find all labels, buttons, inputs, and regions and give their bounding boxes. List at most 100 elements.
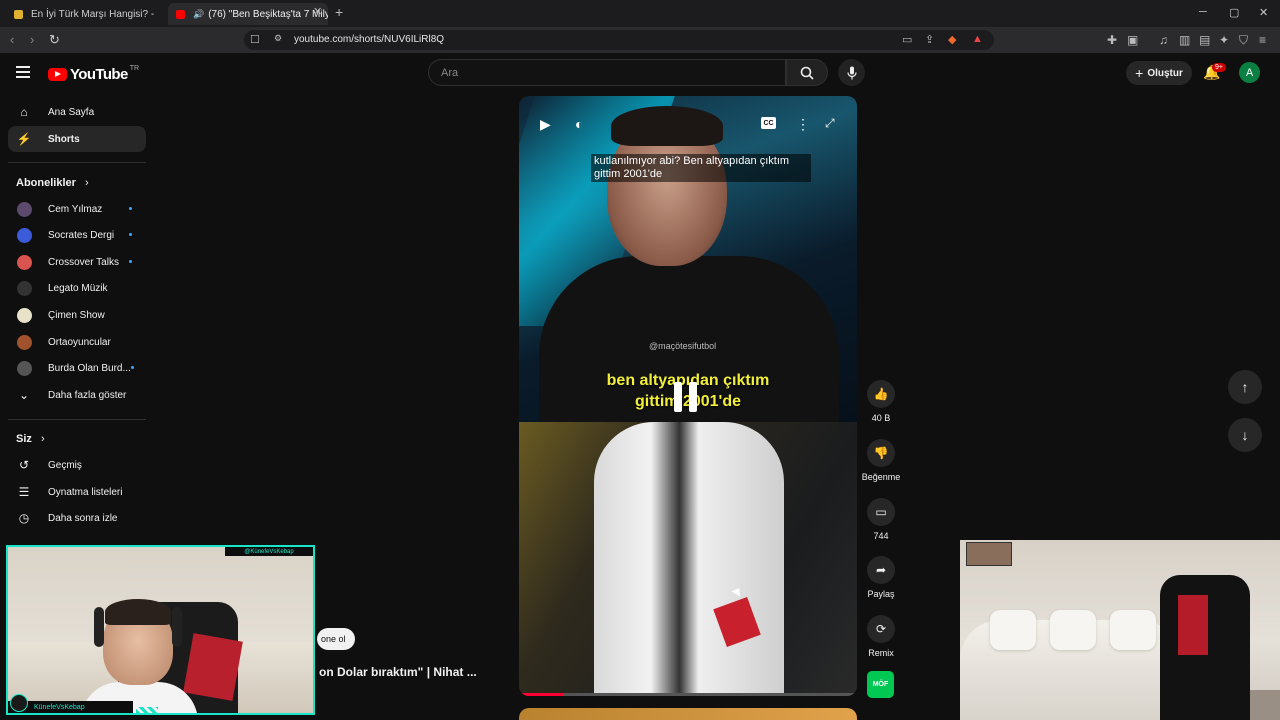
video-frame-bottom xyxy=(519,422,857,696)
wallet-icon[interactable]: ▤ xyxy=(1199,33,1210,47)
new-content-dot xyxy=(129,233,132,236)
new-content-dot xyxy=(131,366,134,369)
captions-button[interactable]: CC xyxy=(761,117,776,129)
room-camera-overlay xyxy=(960,540,1280,720)
progress-bar[interactable] xyxy=(519,693,857,696)
account-avatar[interactable]: A xyxy=(1239,62,1260,83)
sidebar-item-subscription[interactable]: Socrates Dergi xyxy=(8,222,146,248)
restore-icon[interactable]: ▢ xyxy=(1229,6,1239,19)
sidebar-item-show-more[interactable]: ⌄ Daha fazla göster xyxy=(8,382,146,408)
brave-shield-icon[interactable]: ◆ xyxy=(948,33,956,46)
search-icon xyxy=(800,66,814,80)
sidebar-item-subscription[interactable]: Burda Olan Burd... xyxy=(8,355,146,381)
play-icon[interactable]: ▶ xyxy=(540,116,551,133)
chevron-down-icon: ⌄ xyxy=(18,388,30,402)
sidebar-item-subscription[interactable]: Cem Yılmaz xyxy=(8,196,146,222)
plus-icon: + xyxy=(1135,65,1144,81)
hamburger-menu-icon[interactable] xyxy=(16,66,30,81)
tab-youtube-short[interactable]: 🔊 (76) "Ben Beşiktaş'ta 7 Milyon xyxy=(168,3,328,25)
close-window-icon[interactable]: ✕ xyxy=(1259,6,1268,19)
sidebar-item-subscription[interactable]: Ortaoyuncular xyxy=(8,329,146,355)
sidebar-item-home[interactable]: ⌂ Ana Sayfa xyxy=(8,99,146,125)
address-bar[interactable]: ☐ ⚙ youtube.com/shorts/NUV6ILiRl8Q ▭ ⇪ ◆… xyxy=(244,30,994,50)
leo-ai-icon[interactable]: ✦ xyxy=(1219,33,1229,47)
search-input[interactable]: Ara xyxy=(428,59,786,86)
arrow-down-icon: ↓ xyxy=(1241,427,1249,443)
pause-icon[interactable] xyxy=(674,382,697,412)
minimize-icon[interactable]: ─ xyxy=(1199,6,1207,18)
like-button[interactable]: 👍 40 B xyxy=(861,380,901,423)
bookmark-icon[interactable]: ☐ xyxy=(250,33,260,46)
remix-label: Remix xyxy=(868,648,894,658)
channel-name: Socrates Dergi xyxy=(48,229,115,241)
fullscreen-icon[interactable]: ⤢ xyxy=(825,116,835,131)
channel-avatar xyxy=(17,227,32,243)
logo-wordmark: YouTube xyxy=(70,66,128,83)
like-count: 40 B xyxy=(871,413,891,423)
home-icon: ⌂ xyxy=(20,105,28,119)
comments-button[interactable]: ▭ 744 xyxy=(861,498,901,541)
arrow-up-icon: ↑ xyxy=(1241,379,1249,395)
close-tab-icon[interactable]: ✕ xyxy=(313,5,322,18)
browser-menu-icon[interactable]: ≡ xyxy=(1259,33,1266,47)
extensions-icon[interactable]: ✚ xyxy=(1107,33,1117,47)
comment-count: 744 xyxy=(873,531,889,541)
more-options-icon[interactable]: ⋮ xyxy=(796,116,810,133)
subscribe-button[interactable]: one ol xyxy=(317,628,355,650)
tab-search-icon[interactable]: ▣ xyxy=(1127,33,1138,47)
sidebar-item-shorts[interactable]: ⚡ Shorts xyxy=(8,126,146,152)
previous-short-button[interactable]: ↑ xyxy=(1228,370,1262,404)
dislike-button[interactable]: 👎 Beğenme xyxy=(861,439,901,482)
sound-thumbnail[interactable]: MÖF xyxy=(867,671,894,698)
search-button[interactable] xyxy=(786,59,828,86)
auto-caption: kutlanılmıyor abi? Ben altyapıdan çıktım… xyxy=(591,154,811,182)
back-arrow-icon[interactable]: ‹ xyxy=(10,32,14,47)
channel-avatar xyxy=(17,307,32,323)
browser-tab-bar: En İyi Türk Marşı Hangisi? - Tier List 🔊… xyxy=(0,0,1280,27)
create-button[interactable]: + Oluştur xyxy=(1126,61,1192,85)
sidebar-item-watch-later[interactable]: ◷ Daha sonra izle xyxy=(8,505,146,531)
sidebar-item-subscription[interactable]: Çimen Show xyxy=(8,302,146,328)
decorative-stripe xyxy=(136,707,158,713)
next-short-preview[interactable] xyxy=(519,708,857,720)
next-short-button[interactable]: ↓ xyxy=(1228,418,1262,452)
you-header[interactable]: Siz › xyxy=(16,433,45,445)
search-placeholder: Ara xyxy=(441,67,459,79)
share-page-icon[interactable]: ⇪ xyxy=(925,33,934,46)
new-tab-icon[interactable]: + xyxy=(335,4,343,20)
short-title[interactable]: on Dolar bıraktım" | Nihat ... xyxy=(319,665,477,679)
remix-button[interactable]: ⟳ Remix xyxy=(861,615,901,658)
youtube-header: YouTube TR Ara + Oluştur 🔔 9+ A xyxy=(0,53,1280,93)
subscriptions-header[interactable]: Abonelikler › xyxy=(16,177,89,189)
history-icon: ↺ xyxy=(18,458,30,472)
vpn-icon[interactable]: ⛉ xyxy=(1239,33,1248,48)
new-content-dot xyxy=(129,207,132,210)
site-info-icon[interactable]: ⚙ xyxy=(274,33,282,44)
volume-icon[interactable]: ◐ xyxy=(575,116,583,132)
sidebar-item-playlists[interactable]: ☰ Oynatma listeleri xyxy=(8,479,146,505)
voice-search-button[interactable] xyxy=(838,59,865,86)
comment-icon: ▭ xyxy=(867,498,895,526)
chevron-right-icon: › xyxy=(40,433,45,445)
cast-icon[interactable]: ▭ xyxy=(902,33,912,46)
channel-name: Cem Yılmaz xyxy=(48,203,103,215)
speaker-icon[interactable]: 🔊 xyxy=(193,9,204,20)
cushion xyxy=(1050,610,1096,650)
sidebar-toggle-icon[interactable]: ▥ xyxy=(1179,33,1190,47)
new-content-dot xyxy=(129,260,132,263)
sidebar-item-subscription[interactable]: Crossover Talks xyxy=(8,249,146,275)
url-text: youtube.com/shorts/NUV6ILiRl8Q xyxy=(294,34,445,45)
forward-arrow-icon[interactable]: › xyxy=(30,32,34,47)
reload-icon[interactable]: ↻ xyxy=(49,32,60,48)
share-button[interactable]: ➦ Paylaş xyxy=(861,556,901,599)
media-icon[interactable]: ♫ xyxy=(1159,33,1168,47)
share-label: Paylaş xyxy=(867,589,895,599)
sidebar-item-history[interactable]: ↺ Geçmiş xyxy=(8,452,146,478)
youtube-logo[interactable]: YouTube TR xyxy=(48,65,139,83)
rewards-icon[interactable]: ▲ xyxy=(972,33,983,45)
tab-tier-list[interactable]: En İyi Türk Marşı Hangisi? - Tier List xyxy=(6,3,156,25)
youtube-play-logo-icon xyxy=(48,68,67,81)
sidebar-item-subscription[interactable]: Legato Müzik xyxy=(8,275,146,301)
shorts-player[interactable]: ▶ ◐ CC ⋮ ⤢ kutlanılmıyor abi? Ben altyap… xyxy=(519,96,857,696)
sidebar-item-label: Daha fazla göster xyxy=(48,389,127,401)
